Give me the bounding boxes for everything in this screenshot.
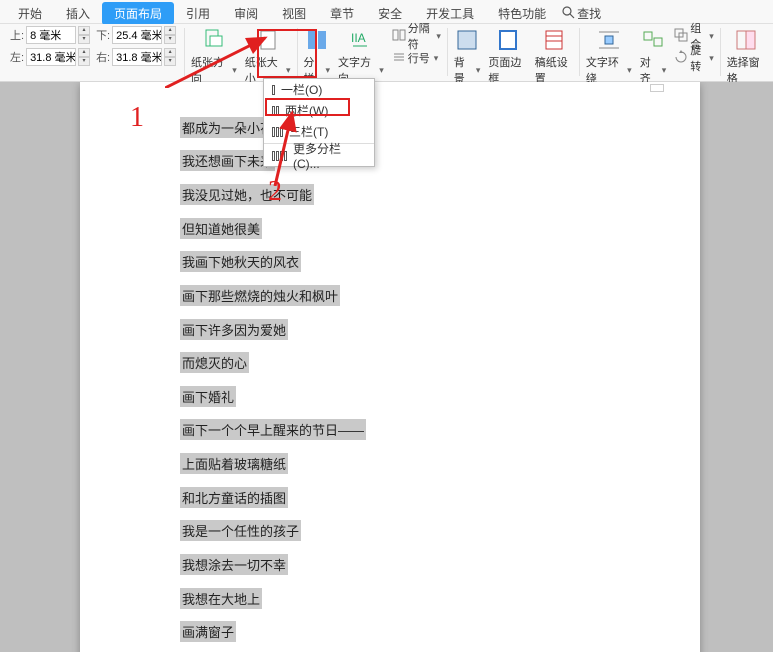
breaks-button[interactable]: 分隔符 [388, 26, 445, 46]
page-border-icon [496, 28, 520, 52]
text-direction-icon: IIA [349, 28, 373, 52]
document-paragraph[interactable]: 我想在大地上 [180, 588, 262, 609]
margin-left-label: 右: [96, 49, 110, 65]
document-paragraph[interactable]: 我画下她秋天的风衣 [180, 251, 301, 272]
page-border-button[interactable]: 页面边框 [484, 26, 530, 88]
svg-text:IIA: IIA [351, 31, 366, 45]
margin-top-label: 上: [10, 27, 24, 43]
document-paragraph[interactable]: 画下许多因为爱她 [180, 319, 288, 340]
separator [297, 28, 298, 76]
dropdown-two-label: 两栏(W) [285, 102, 328, 119]
document-paragraph[interactable]: 我是一个任性的孩子 [180, 520, 301, 541]
spin-up[interactable]: ▴ [164, 48, 176, 57]
tab-reference[interactable]: 引用 [174, 2, 222, 25]
separator [184, 28, 185, 76]
tab-start[interactable]: 开始 [6, 2, 54, 25]
orientation-button[interactable]: 纸张方向 [187, 26, 241, 88]
three-column-icon [272, 127, 283, 137]
annotation-number-2: 2 [268, 176, 282, 208]
dropdown-one-column[interactable]: 一栏(O) [264, 79, 374, 100]
document-paragraph[interactable]: 和北方童话的插图 [180, 487, 288, 508]
spin-down[interactable]: ▾ [78, 57, 90, 66]
line-number-label: 行号 [408, 50, 430, 66]
document-paragraph[interactable]: 画下婚礼 [180, 386, 236, 407]
document-paragraph[interactable]: 上面贴着玻璃糖纸 [180, 453, 288, 474]
margin-right-row: 左: ▴▾ [10, 48, 90, 66]
document-page: 都成为一朵小花的我还想画下未来我没见过她，也不可能但知道她很美我画下她秋天的风衣… [80, 82, 700, 652]
spin-up[interactable]: ▴ [78, 48, 90, 57]
spin-down[interactable]: ▾ [164, 35, 176, 44]
align-button[interactable]: 对齐 [636, 26, 671, 88]
more-column-icon [272, 151, 287, 161]
separator [447, 28, 448, 76]
line-number-button[interactable]: 行号 [388, 48, 445, 68]
tab-view[interactable]: 视图 [270, 2, 318, 25]
document-paragraph[interactable]: 我没见过她，也不可能 [180, 184, 314, 205]
text-wrap-icon [597, 28, 621, 52]
align-icon [641, 28, 665, 52]
document-paragraph[interactable]: 画下那些燃烧的烛火和枫叶 [180, 285, 340, 306]
tab-special[interactable]: 特色功能 [486, 2, 558, 25]
separator [579, 28, 580, 76]
document-paragraph[interactable]: 画满窗子 [180, 621, 236, 642]
text-wrap-button[interactable]: 文字环绕 [582, 26, 636, 88]
tab-review[interactable]: 审阅 [222, 2, 270, 25]
paper-settings-icon [542, 28, 566, 52]
dropdown-more-columns[interactable]: 更多分栏(C)... [264, 145, 374, 166]
line-number-icon [392, 50, 406, 67]
search-icon [562, 6, 575, 22]
dropdown-three-columns[interactable]: 三栏(T) [264, 121, 374, 142]
one-column-icon [272, 85, 275, 95]
margin-left-input[interactable] [112, 48, 162, 66]
orientation-icon [202, 28, 226, 52]
margin-left-row: 右: ▴▾ [96, 48, 176, 66]
dropdown-three-label: 三栏(T) [289, 123, 328, 140]
size-icon [256, 28, 280, 52]
document-paragraph[interactable]: 但知道她很美 [180, 218, 262, 239]
margin-right-input[interactable] [26, 48, 76, 66]
selection-pane-icon [734, 28, 758, 52]
search-label: 查找 [577, 5, 601, 22]
combine-icon [674, 28, 688, 45]
columns-dropdown: 一栏(O) 两栏(W) 三栏(T) 更多分栏(C)... [263, 78, 375, 167]
selection-pane-button[interactable]: 选择窗格 [723, 26, 769, 88]
breaks-icon [392, 28, 406, 45]
rotate-icon [674, 50, 688, 67]
spin-up[interactable]: ▴ [78, 26, 90, 35]
ruler-tab [650, 84, 664, 92]
margin-top-input[interactable] [26, 26, 76, 44]
document-paragraph[interactable]: 而熄灭的心 [180, 352, 249, 373]
tab-chapter[interactable]: 章节 [318, 2, 366, 25]
two-column-icon [272, 106, 279, 116]
margin-right-label: 左: [10, 49, 24, 65]
background-button[interactable]: 背景 [450, 26, 485, 88]
dropdown-more-label: 更多分栏(C)... [293, 140, 366, 171]
annotation-number-1: 1 [130, 102, 144, 134]
margin-bottom-input[interactable] [112, 26, 162, 44]
spin-down[interactable]: ▾ [78, 35, 90, 44]
tab-layout[interactable]: 页面布局 [102, 2, 174, 25]
tab-insert[interactable]: 插入 [54, 2, 102, 25]
paper-settings-button[interactable]: 稿纸设置 [531, 26, 577, 88]
document-paragraph[interactable]: 我还想画下未来 [180, 150, 275, 171]
rotate-label: 旋转 [690, 42, 705, 74]
document-paragraph[interactable]: 画下一个个早上醒来的节日—— [180, 419, 366, 440]
background-icon [455, 28, 479, 52]
rotate-button[interactable]: 旋转 [670, 48, 718, 68]
margin-bottom-row: 下: ▴▾ [96, 26, 176, 44]
document-paragraph[interactable]: 我想涂去一切不幸 [180, 554, 288, 575]
margin-top-row: 上: ▴▾ [10, 26, 90, 44]
columns-icon [305, 28, 329, 52]
spin-down[interactable]: ▾ [164, 57, 176, 66]
margin-bottom-label: 下: [96, 27, 110, 43]
dropdown-one-label: 一栏(O) [281, 81, 322, 98]
search-button[interactable]: 查找 [562, 5, 601, 22]
document-stage: 都成为一朵小花的我还想画下未来我没见过她，也不可能但知道她很美我画下她秋天的风衣… [0, 82, 773, 652]
dropdown-two-columns[interactable]: 两栏(W) [264, 100, 374, 121]
spin-up[interactable]: ▴ [164, 26, 176, 35]
separator [720, 28, 721, 76]
